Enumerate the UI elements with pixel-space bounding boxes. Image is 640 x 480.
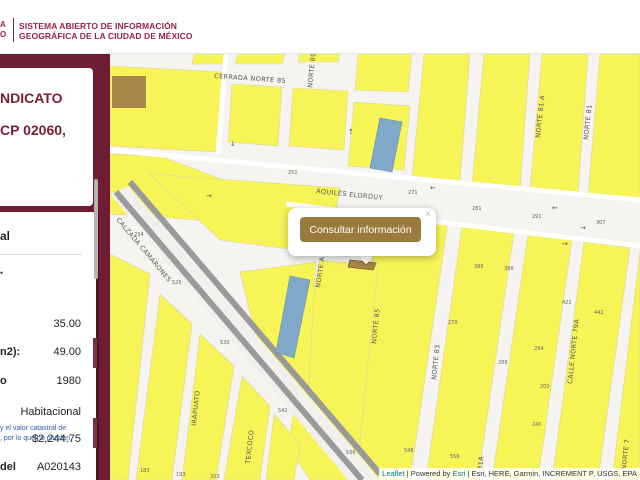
consultar-informacion-button[interactable]: Consultar información: [300, 217, 421, 242]
logo-text-line1: A: [0, 20, 6, 29]
street-number: 251: [288, 170, 298, 176]
block: [288, 87, 349, 151]
leaflet-link[interactable]: Leaflet: [382, 469, 405, 478]
map-popup: × Consultar información: [288, 208, 436, 256]
sidebar-scrollbar-thumb[interactable]: [94, 179, 98, 279]
svg-text:→: →: [206, 192, 212, 200]
street-number: 422: [562, 300, 572, 306]
disclaimer-note: y el valor catastral de , por lo que no …: [0, 424, 96, 444]
street-number: 294: [534, 346, 544, 352]
detail-value: 35.00: [53, 318, 81, 330]
svg-text:→: →: [562, 240, 568, 248]
street-number: 530: [220, 340, 230, 346]
street-number: 271: [408, 190, 418, 196]
block: [191, 54, 227, 65]
street-number: 200: [540, 384, 550, 390]
map-canvas[interactable]: CERRADA NORTE 85 NORTE 89 NORTE 81 A NOR…: [110, 54, 640, 480]
street-number: 288: [498, 360, 508, 366]
address-line1: NDICATO: [0, 90, 63, 106]
block: [297, 54, 341, 63]
attribution-text: | Esri, HERE, Garmin, INCREMENT P, USGS,…: [465, 469, 638, 478]
detail-value: Habitacional: [20, 406, 81, 418]
address-line2: CP 02060,: [0, 122, 66, 138]
svg-text:←: ←: [552, 204, 558, 212]
detail-value: 1980: [56, 375, 81, 387]
street-number: 388: [504, 266, 514, 272]
esri-link[interactable]: Esri: [453, 469, 466, 478]
street-number: 442: [594, 310, 604, 316]
section-title: al: [0, 229, 11, 243]
street-number: 291: [532, 214, 542, 220]
address-card: NDICATO CP 02060,: [0, 68, 93, 206]
detail-value: A020143: [36, 461, 81, 473]
svg-text:↓: ↓: [230, 140, 236, 148]
svg-text:→: →: [580, 224, 586, 232]
block: [354, 54, 413, 93]
map-attribution: Leaflet | Powered by Esri | Esri, HERE, …: [379, 468, 640, 480]
app-title: SISTEMA ABIERTO DE INFORMACIÓN GEOGRÁFIC…: [19, 21, 193, 41]
logo-text-line2: O: [0, 30, 7, 39]
block: [227, 83, 283, 147]
street-number: 548: [404, 448, 414, 454]
section-divider: [0, 254, 82, 255]
street-number: 556: [450, 454, 460, 460]
app-title-line1: SISTEMA ABIERTO DE INFORMACIÓN: [19, 21, 178, 31]
street-number: 240: [532, 422, 542, 428]
street-number: 536: [346, 450, 356, 456]
bullet-marker: •: [0, 268, 4, 278]
block: [234, 54, 286, 65]
header-divider: [13, 18, 14, 42]
header-logo-fragment: A O: [0, 20, 6, 40]
info-sidebar: NDICATO CP 02060, al • 35.00 n2): 49.00 …: [0, 54, 110, 480]
close-icon[interactable]: ×: [425, 209, 431, 220]
map-view[interactable]: CERRADA NORTE 85 NORTE 89 NORTE 81 A NOR…: [110, 54, 640, 480]
attribution-text: | Powered by: [404, 469, 453, 478]
street-number: 396: [474, 264, 484, 270]
street-number: 203: [210, 474, 220, 480]
street-number: 183: [140, 468, 150, 474]
street-number: 234: [134, 232, 144, 238]
highlighted-parcel: [112, 76, 146, 108]
street-number: 270: [448, 320, 458, 326]
svg-text:↑: ↑: [348, 128, 354, 136]
detail-value: 49.00: [53, 346, 81, 358]
app-header: A O SISTEMA ABIERTO DE INFORMACIÓN GEOGR…: [0, 0, 640, 54]
street-number: 307: [596, 220, 606, 226]
street-number: 542: [278, 408, 288, 414]
disclaimer-line2: , por lo que no pueden: [0, 435, 71, 442]
detail-label: o: [0, 375, 7, 387]
street-number: 526: [172, 280, 182, 286]
sidebar-tab-handle[interactable]: [93, 338, 97, 368]
street-number: 281: [472, 206, 482, 212]
disclaimer-line1: y el valor catastral de: [0, 425, 67, 432]
street-number: 193: [176, 472, 186, 478]
detail-label: del: [0, 461, 16, 473]
svg-text:←: ←: [430, 184, 436, 192]
detail-label: n2):: [0, 346, 21, 358]
app-title-line2: GEOGRÁFICA DE LA CIUDAD DE MÉXICO: [19, 31, 193, 41]
